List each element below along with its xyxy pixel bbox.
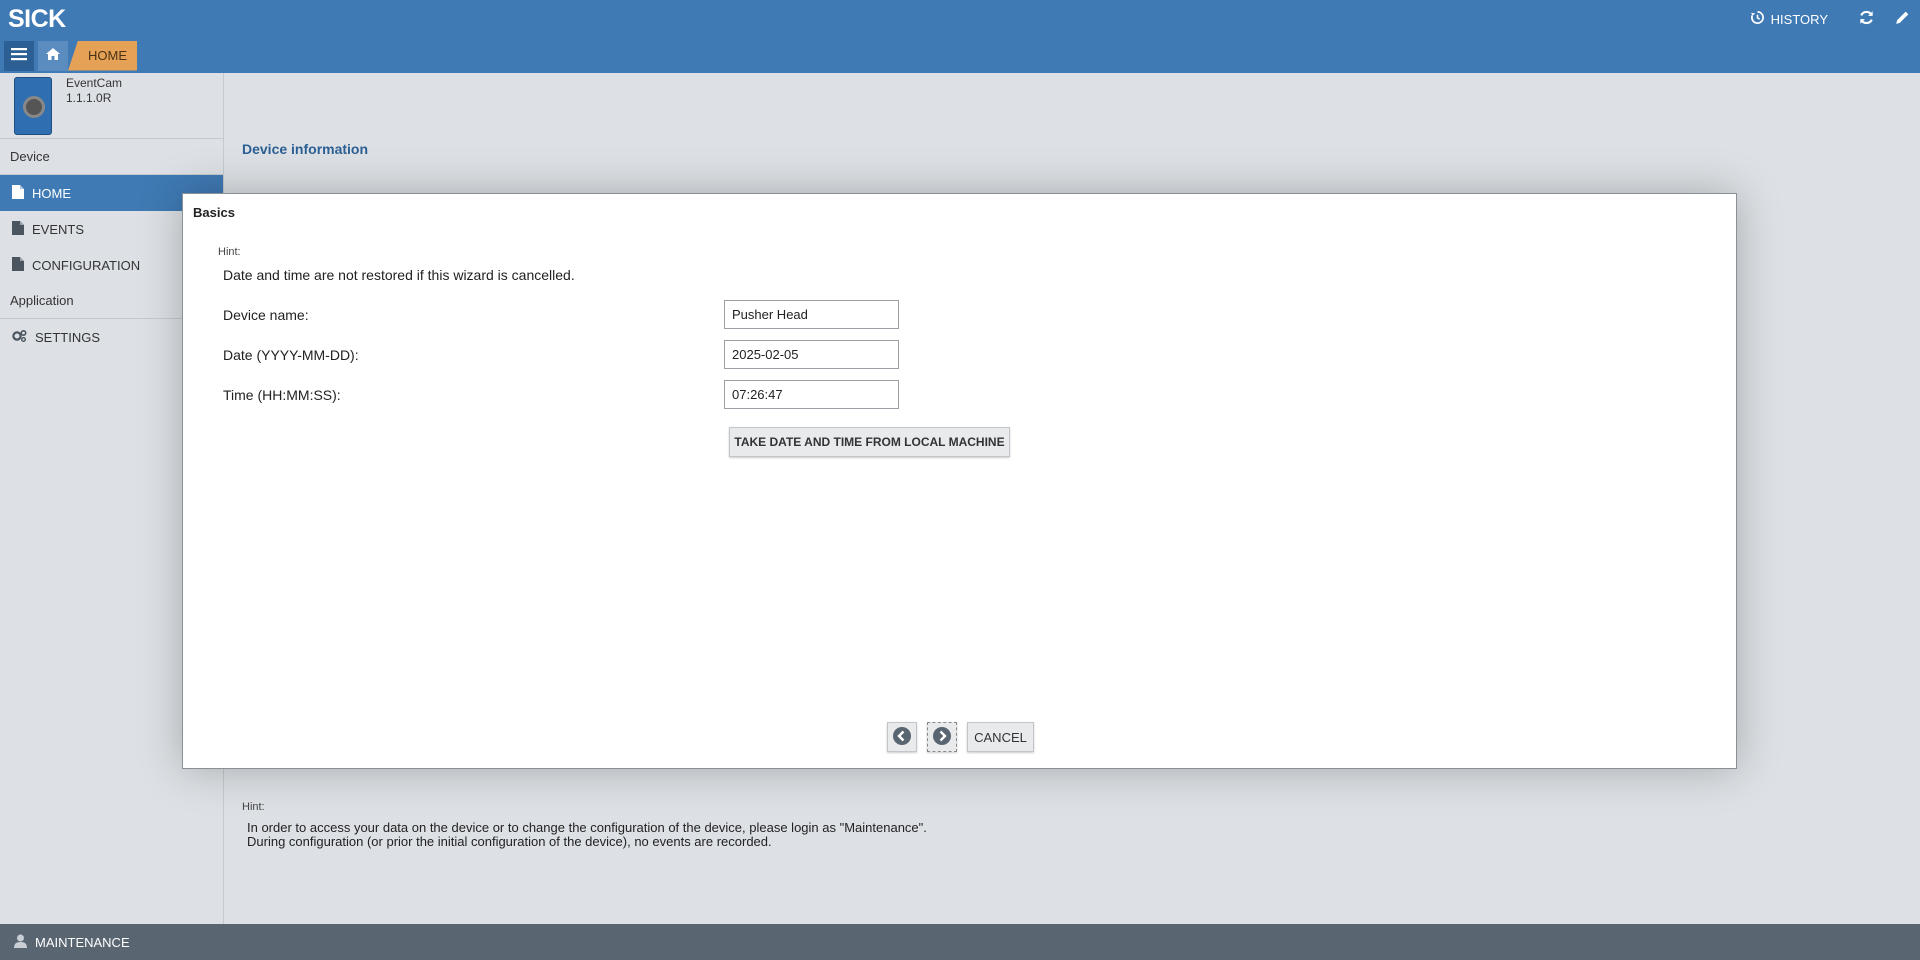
hamburger-icon xyxy=(11,47,27,64)
user-icon xyxy=(14,934,27,951)
top-right-toolbar: HISTORY xyxy=(1750,0,1920,38)
dialog-title: Basics xyxy=(193,205,235,220)
sidebar-item-label: EVENTS xyxy=(32,221,85,237)
device-name-label: EventCam xyxy=(66,76,123,90)
chevron-left-icon xyxy=(892,726,912,749)
device-name-field[interactable] xyxy=(724,300,899,329)
refresh-icon xyxy=(1858,9,1875,29)
breadcrumb: HOME xyxy=(0,38,137,73)
section-device: Device xyxy=(0,139,223,175)
home-icon xyxy=(45,47,61,64)
sidebar-item-label: SETTINGS xyxy=(35,329,101,345)
history-label: HISTORY xyxy=(1770,11,1828,27)
document-icon xyxy=(12,220,24,238)
time-field-label: Time (HH:MM:SS): xyxy=(223,387,341,403)
device-name: EventCam 1.1.1.0R xyxy=(66,76,122,106)
device-info-box: EventCam 1.1.1.0R xyxy=(0,73,223,139)
edit-button[interactable] xyxy=(1884,0,1920,38)
chevron-right-icon xyxy=(932,726,952,749)
basics-wizard-dialog: Basics Hint: Date and time are not resto… xyxy=(182,193,1737,769)
top-bar: SICK HISTORY HOME xyxy=(0,0,1920,73)
sidebar-item-label: CONFIGURATION xyxy=(32,257,141,273)
device-version: 1.1.1.0R xyxy=(66,91,112,105)
breadcrumb-home[interactable]: HOME xyxy=(68,40,137,71)
next-button[interactable] xyxy=(927,722,957,752)
cancel-button[interactable]: CANCEL xyxy=(967,722,1034,752)
document-icon xyxy=(12,256,24,274)
sick-logo: SICK xyxy=(8,5,66,33)
take-local-time-button[interactable]: TAKE DATE AND TIME FROM LOCAL MACHINE xyxy=(729,427,1010,457)
history-button[interactable]: HISTORY xyxy=(1750,10,1828,28)
user-role-label[interactable]: MAINTENANCE xyxy=(35,935,130,950)
gears-icon xyxy=(12,329,27,346)
sidebar-item-label: HOME xyxy=(32,185,71,201)
date-field[interactable] xyxy=(724,340,899,369)
dialog-hint-label: Hint: xyxy=(218,246,241,258)
device-name-field-label: Device name: xyxy=(223,307,309,323)
date-field-label: Date (YYYY-MM-DD): xyxy=(223,347,359,363)
dialog-hint-text: Date and time are not restored if this w… xyxy=(223,267,575,283)
page-title: Device information xyxy=(242,141,369,157)
bottom-bar: MAINTENANCE xyxy=(0,924,1920,960)
time-field[interactable] xyxy=(724,380,899,409)
device-image xyxy=(14,77,52,135)
refresh-button[interactable] xyxy=(1848,0,1884,38)
main-hint-text: In order to access your data on the devi… xyxy=(247,820,927,849)
history-icon xyxy=(1750,10,1765,28)
home-breadcrumb-button[interactable] xyxy=(38,40,68,71)
pencil-icon xyxy=(1894,9,1911,29)
main-hint-label: Hint: xyxy=(242,801,265,813)
previous-button[interactable] xyxy=(887,722,917,752)
document-icon xyxy=(12,184,24,202)
menu-button[interactable] xyxy=(4,40,34,71)
